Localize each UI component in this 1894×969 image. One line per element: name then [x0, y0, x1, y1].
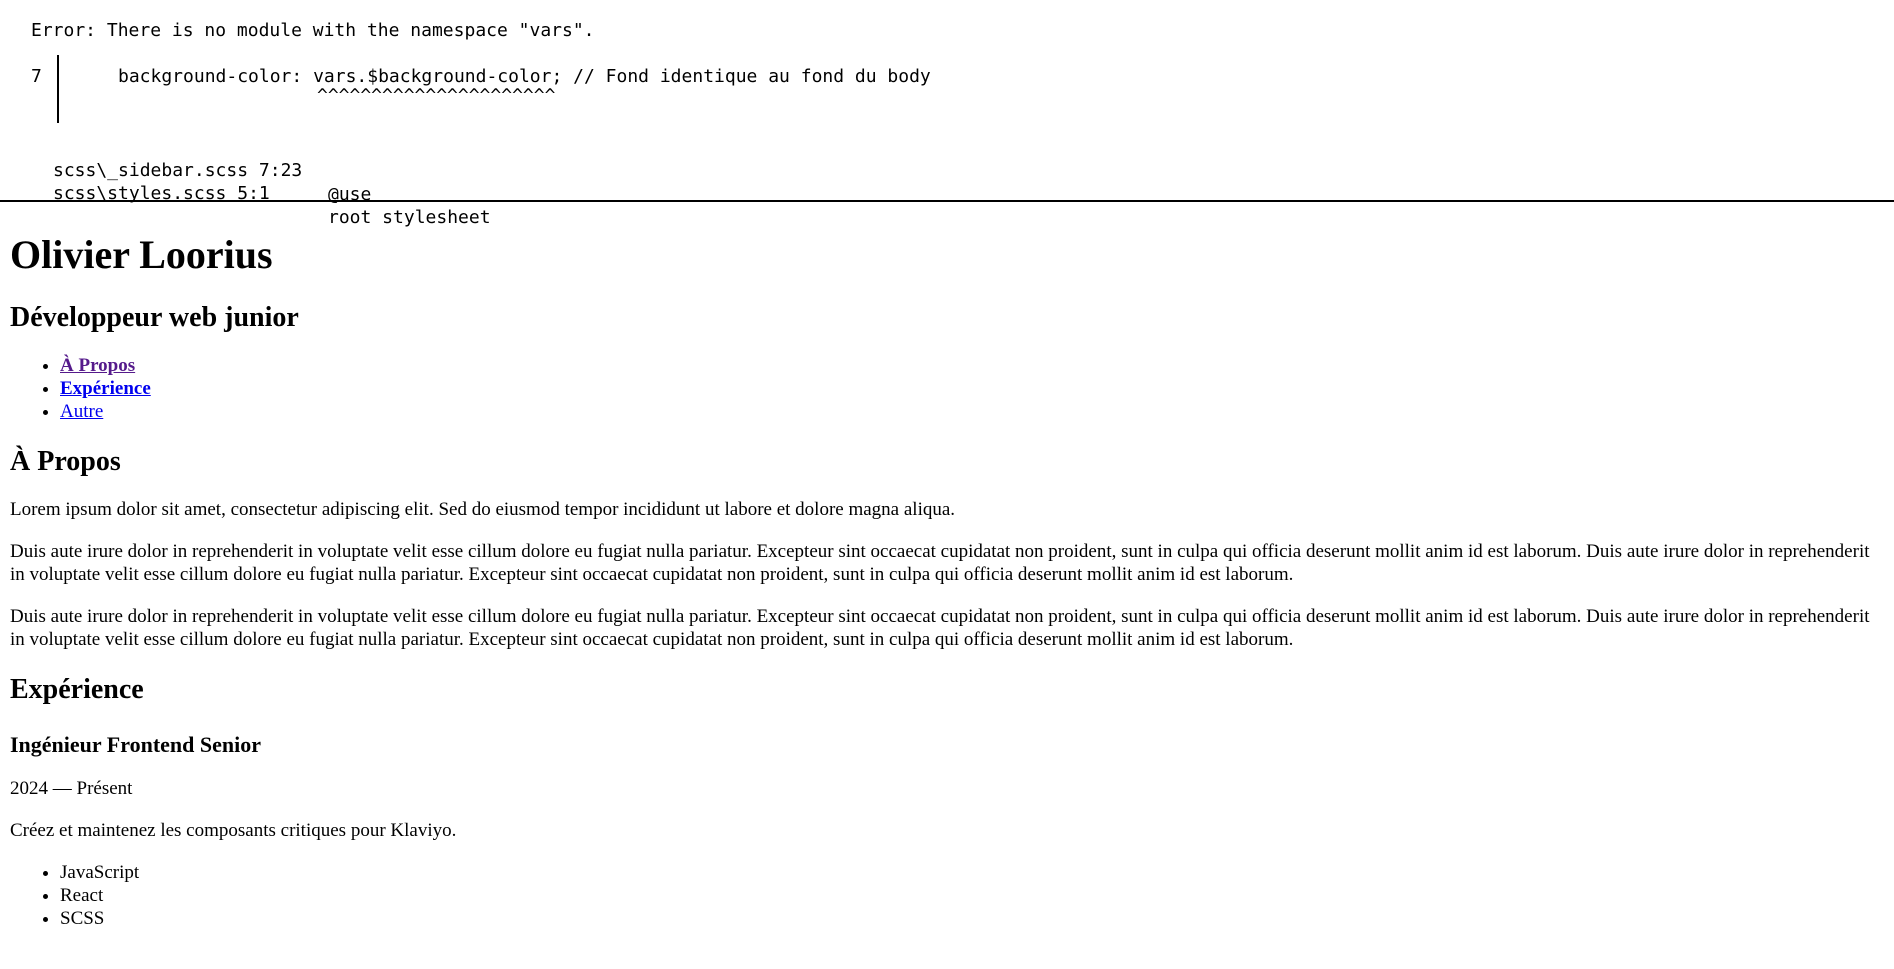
nav-link-experience[interactable]: Expérience — [60, 378, 151, 399]
about-paragraph: Duis aute irure dolor in reprehenderit i… — [10, 541, 1870, 585]
experience-heading: Expérience — [10, 674, 144, 705]
skill-item: JavaScript — [60, 861, 1884, 884]
section-nav: À Propos Expérience Autre — [10, 354, 1884, 423]
nav-link-other[interactable]: Autre — [60, 401, 103, 422]
error-trace-entry: scss\styles.scss 5:1 root stylesheet — [53, 158, 491, 228]
job-title: Ingénieur Frontend Senior — [10, 732, 261, 757]
about-paragraph: Duis aute irure dolor in reprehenderit i… — [10, 606, 1870, 650]
about-paragraph: Lorem ipsum dolor sit amet, consectetur … — [10, 499, 956, 520]
error-message: Error: There is no module with the names… — [31, 20, 595, 41]
nav-item-other: Autre — [60, 400, 1884, 423]
nav-item-experience: Expérience — [60, 377, 1884, 400]
nav-item-about: À Propos — [60, 354, 1884, 377]
trace-context: @use — [328, 184, 372, 205]
skill-item: SCSS — [60, 907, 1884, 930]
nav-link-about[interactable]: À Propos — [60, 355, 135, 376]
skill-item: React — [60, 884, 1884, 907]
trace-context: root stylesheet — [328, 207, 491, 228]
trace-location: scss\styles.scss 5:1 — [53, 183, 270, 204]
job-description: Créez et maintenez les composants critiq… — [10, 820, 457, 841]
profile-role: Développeur web junior — [10, 302, 299, 333]
job-period: 2024 — Présent — [10, 778, 133, 799]
page-content: Olivier Loorius Développeur web junior À… — [0, 231, 1894, 930]
error-caret-marker: ^^^^^^^^^^^^^^^^^^^^^^ — [317, 85, 556, 106]
sass-error-overlay: Error: There is no module with the names… — [0, 0, 1894, 228]
profile-name: Olivier Loorius — [10, 232, 273, 277]
error-line-number: 7 — [31, 66, 42, 87]
about-heading: À Propos — [10, 446, 121, 477]
job-skills-list: JavaScript React SCSS — [10, 861, 1884, 930]
error-gutter-bar — [57, 55, 59, 123]
error-trace-entry: scss\_sidebar.scss 7:23 @use — [53, 135, 371, 205]
